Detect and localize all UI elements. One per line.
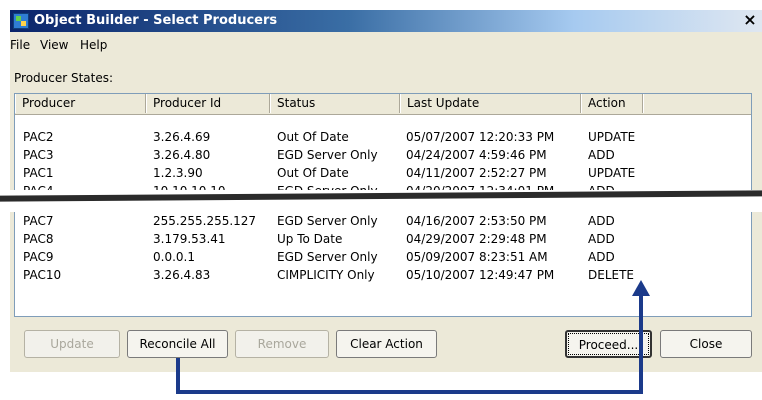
cell-action: ADD xyxy=(588,214,615,228)
cell-last-update: 05/09/2007 8:23:51 AM xyxy=(406,250,548,264)
cell-producer-id: 3.26.4.80 xyxy=(153,148,211,162)
cell-action: UPDATE xyxy=(588,166,636,180)
title-bar: Object Builder - Select Producers × xyxy=(10,10,762,32)
table-row[interactable]: PAC7 255.255.255.127 EGD Server Only 04/… xyxy=(15,212,751,230)
list-header: Producer Producer Id Status Last Update … xyxy=(15,94,751,115)
cell-last-update: 04/11/2007 2:52:27 PM xyxy=(406,166,547,180)
cell-status: Out Of Date xyxy=(277,166,349,180)
menu-view[interactable]: View xyxy=(40,38,68,52)
annotation-arrow-right-segment xyxy=(639,294,643,394)
cell-producer-id: 255.255.255.127 xyxy=(153,214,257,228)
cell-action: ADD xyxy=(588,148,615,162)
update-button[interactable]: Update xyxy=(24,330,120,358)
annotation-arrow-left-segment xyxy=(176,358,180,394)
cell-producer: PAC9 xyxy=(23,250,54,264)
annotation-arrowhead-icon xyxy=(632,280,650,296)
column-header-status[interactable]: Status xyxy=(270,94,400,113)
table-row[interactable]: PAC3 3.26.4.80 EGD Server Only 04/24/200… xyxy=(15,146,751,164)
cell-producer-id: 3.179.53.41 xyxy=(153,232,226,246)
menu-help[interactable]: Help xyxy=(80,38,107,52)
cell-status: CIMPLICITY Only xyxy=(277,268,375,282)
annotation-arrow-bottom-segment xyxy=(176,390,641,394)
cell-last-update: 04/16/2007 2:53:50 PM xyxy=(406,214,547,228)
producer-states-label: Producer States: xyxy=(14,71,114,85)
column-header-producer-id[interactable]: Producer Id xyxy=(146,94,270,113)
cell-producer: PAC2 xyxy=(23,130,54,144)
cell-status: Out Of Date xyxy=(277,130,349,144)
cell-producer-id: 3.26.4.69 xyxy=(153,130,211,144)
app-icon xyxy=(13,13,29,29)
cell-last-update: 04/24/2007 4:59:46 PM xyxy=(406,148,547,162)
cell-producer: PAC1 xyxy=(23,166,54,180)
cell-status: EGD Server Only xyxy=(277,250,378,264)
cell-producer: PAC10 xyxy=(23,268,62,282)
column-header-action[interactable]: Action xyxy=(581,94,643,113)
window-title: Object Builder - Select Producers xyxy=(34,13,278,28)
cell-status: Up To Date xyxy=(277,232,343,246)
cell-producer: PAC3 xyxy=(23,148,54,162)
cell-status: EGD Server Only xyxy=(277,214,378,228)
table-row[interactable]: PAC1 1.2.3.90 Out Of Date 04/11/2007 2:5… xyxy=(15,164,751,182)
table-row[interactable]: PAC8 3.179.53.41 Up To Date 04/29/2007 2… xyxy=(15,230,751,248)
cell-status: EGD Server Only xyxy=(277,148,378,162)
table-row[interactable]: PAC9 0.0.0.1 EGD Server Only 05/09/2007 … xyxy=(15,248,751,266)
cell-producer: PAC7 xyxy=(23,214,54,228)
cell-action: ADD xyxy=(588,250,615,264)
remove-button[interactable]: Remove xyxy=(235,330,329,358)
cell-last-update: 04/29/2007 2:29:48 PM xyxy=(406,232,547,246)
close-icon[interactable]: × xyxy=(742,11,758,29)
cell-action: UPDATE xyxy=(588,130,636,144)
column-header-last-update[interactable]: Last Update xyxy=(400,94,581,113)
cell-action: ADD xyxy=(588,232,615,246)
cell-producer: PAC8 xyxy=(23,232,54,246)
cell-producer-id: 1.2.3.90 xyxy=(153,166,203,180)
cell-producer-id: 0.0.0.1 xyxy=(153,250,195,264)
cell-last-update: 05/07/2007 12:20:33 PM xyxy=(406,130,555,144)
clear-action-button[interactable]: Clear Action xyxy=(336,330,437,358)
menu-file[interactable]: File xyxy=(10,38,30,52)
table-row[interactable]: PAC2 3.26.4.69 Out Of Date 05/07/2007 12… xyxy=(15,128,751,146)
close-button[interactable]: Close xyxy=(660,330,752,358)
cell-producer-id: 3.26.4.83 xyxy=(153,268,211,282)
column-header-empty xyxy=(643,94,751,113)
column-header-producer[interactable]: Producer xyxy=(15,94,146,113)
reconcile-all-button[interactable]: Reconcile All xyxy=(127,330,228,358)
cell-last-update: 05/10/2007 12:49:47 PM xyxy=(406,268,555,282)
cell-action: DELETE xyxy=(588,268,635,282)
